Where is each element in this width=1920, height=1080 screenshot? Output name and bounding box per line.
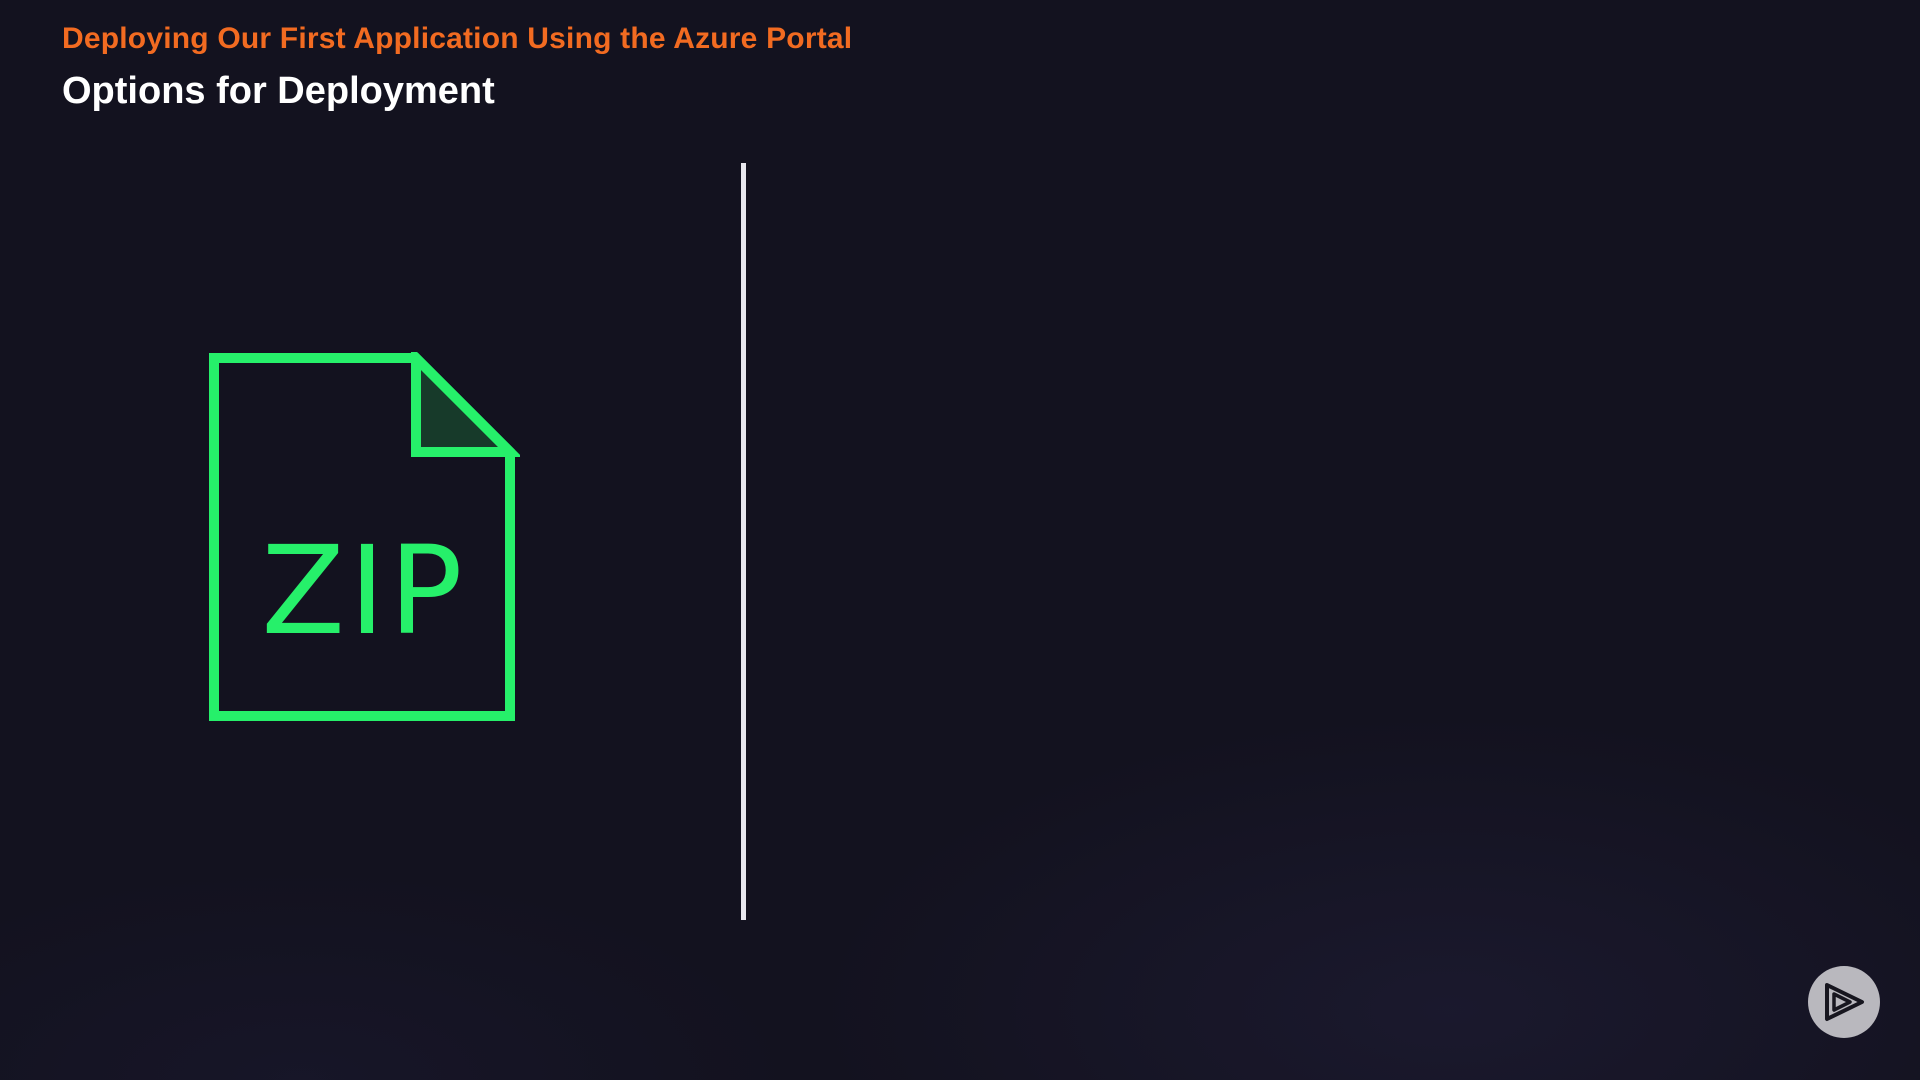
slide: Deploying Our First Application Using th… [0,0,1920,1080]
divider [741,163,746,920]
zip-file-icon: ZIP [208,345,523,722]
slide-title: Options for Deployment [62,70,495,112]
play-logo-button[interactable] [1808,966,1880,1038]
module-title: Deploying Our First Application Using th… [62,22,853,55]
play-logo-icon [1825,983,1864,1021]
zip-label: ZIP [261,520,467,662]
